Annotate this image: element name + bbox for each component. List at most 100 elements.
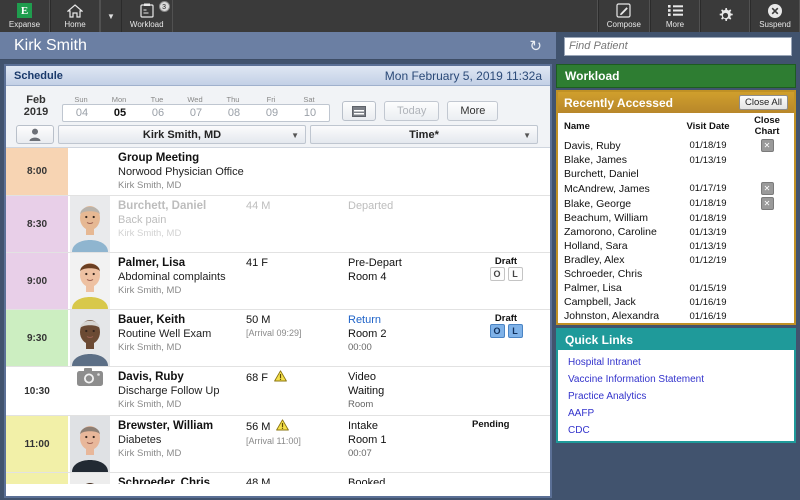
clipboard-icon bbox=[140, 3, 154, 19]
draft-badge-o[interactable]: O bbox=[490, 267, 505, 281]
patient-name-cell[interactable]: McAndrew, James bbox=[558, 181, 676, 196]
patient-name-cell[interactable]: Blake, George bbox=[558, 196, 676, 211]
table-row[interactable]: Johnston, Alexandra01/16/19 bbox=[558, 309, 794, 323]
appointment-details: Group MeetingNorwood Physician OfficeKir… bbox=[112, 148, 550, 195]
draft-badge-o[interactable]: O bbox=[490, 324, 505, 338]
close-chart-button[interactable]: ✕ bbox=[761, 139, 774, 152]
table-row[interactable]: McAndrew, James01/17/19✕ bbox=[558, 181, 794, 196]
toolbar-button-workload[interactable]: 3 Workload bbox=[121, 0, 173, 32]
refresh-icon[interactable]: ↻ bbox=[529, 37, 556, 55]
appointment-list[interactable]: 8:00 Group MeetingNorwood Physician Offic… bbox=[6, 148, 550, 484]
toolbar-button-compose[interactable]: Compose bbox=[598, 0, 650, 32]
day-strip: Sun Mon Tue Wed Thu Fri Sat 04 05 06 07 … bbox=[62, 95, 330, 122]
quick-link[interactable]: Hospital Intranet bbox=[558, 354, 794, 371]
provider-picker-button[interactable] bbox=[16, 125, 54, 144]
appointment-patient-name[interactable]: Bauer, Keith bbox=[118, 313, 246, 327]
appointment-row[interactable]: 9:30Bauer, KeithRoutine Well ExamKirk Sm… bbox=[6, 310, 550, 367]
provider-select[interactable]: Kirk Smith, MD ▼ bbox=[58, 125, 306, 144]
appointment-location: Room 1 bbox=[348, 433, 470, 447]
search-input[interactable] bbox=[564, 37, 792, 56]
patient-name-cell[interactable]: Davis, Ruby bbox=[558, 138, 676, 153]
today-button[interactable]: Today bbox=[384, 101, 439, 121]
day-number-08[interactable]: 08 bbox=[215, 105, 253, 121]
day-number-10[interactable]: 10 bbox=[291, 105, 329, 121]
schedule-header: Schedule Mon February 5, 2019 11:32a bbox=[6, 66, 550, 86]
patient-name-cell[interactable]: Beachum, William bbox=[558, 211, 676, 225]
table-row[interactable]: Zamorono, Caroline01/13/19 bbox=[558, 225, 794, 239]
table-row[interactable]: Campbell, Jack01/16/19 bbox=[558, 295, 794, 309]
patient-photo bbox=[68, 310, 112, 366]
patient-name-cell[interactable]: Bradley, Alex bbox=[558, 253, 676, 267]
patient-name-cell[interactable]: Johnston, Alexandra bbox=[558, 309, 676, 323]
appointment-patient-name[interactable]: Group Meeting bbox=[118, 151, 246, 165]
quick-link[interactable]: CDC bbox=[558, 422, 794, 439]
table-row[interactable]: Blake, George01/18/19 ✕ bbox=[558, 196, 794, 211]
day-number-09[interactable]: 09 bbox=[253, 105, 291, 121]
more-button[interactable]: More bbox=[447, 101, 498, 121]
toolbar-button-settings[interactable] bbox=[700, 0, 750, 32]
close-all-button[interactable]: Close All bbox=[739, 95, 788, 110]
appointment-row[interactable]: 11:00Brewster, WilliamDiabetesKirk Smith… bbox=[6, 416, 550, 473]
toolbar-button-suspend[interactable]: Suspend bbox=[750, 0, 800, 32]
toolbar-button-more[interactable]: More bbox=[650, 0, 700, 32]
quick-link[interactable]: Vaccine Information Statement bbox=[558, 371, 794, 388]
expanse-logo-icon: E bbox=[17, 3, 32, 19]
appointment-row[interactable]: 11:30Schroeder, ChrisHypertensionKirk Sm… bbox=[6, 473, 550, 484]
patient-name-cell[interactable]: Campbell, Jack bbox=[558, 295, 676, 309]
appointment-patient-name[interactable]: Brewster, William bbox=[118, 419, 246, 433]
time-select[interactable]: Time* ▼ bbox=[310, 125, 538, 144]
appointment-details: Davis, RubyDischarge Follow UpKirk Smith… bbox=[112, 367, 550, 415]
appointment-reason: Back pain bbox=[118, 213, 246, 227]
close-chart-button[interactable]: ✕ bbox=[761, 182, 774, 195]
patient-name-cell[interactable]: Zamorono, Caroline bbox=[558, 225, 676, 239]
appointment-row[interactable]: 10:30Davis, RubyDischarge Follow UpKirk … bbox=[6, 367, 550, 416]
patient-name-cell[interactable]: Holland, Sara bbox=[558, 239, 676, 253]
patient-name-cell[interactable]: Palmer, Lisa bbox=[558, 281, 676, 295]
toolbar-button-expanse[interactable]: E Expanse bbox=[0, 0, 50, 32]
close-chart-cell bbox=[738, 267, 794, 281]
day-name-tue: Tue bbox=[138, 95, 176, 104]
appointment-patient-name[interactable]: Schroeder, Chris bbox=[118, 476, 246, 484]
appointment-row[interactable]: 8:00 Group MeetingNorwood Physician Offic… bbox=[6, 148, 550, 196]
draft-badge-l[interactable]: L bbox=[508, 267, 523, 281]
appointment-details: Burchett, DanielBack painKirk Smith, MD4… bbox=[112, 196, 550, 252]
appointment-patient-name[interactable]: Davis, Ruby bbox=[118, 370, 246, 384]
appointment-patient-name[interactable]: Palmer, Lisa bbox=[118, 256, 246, 270]
table-row[interactable]: Beachum, William01/18/19 bbox=[558, 211, 794, 225]
photo-placeholder bbox=[68, 367, 112, 415]
table-row[interactable]: Bradley, Alex01/12/19 bbox=[558, 253, 794, 267]
table-row[interactable]: Burchett, Daniel bbox=[558, 167, 794, 181]
calendar-picker-button[interactable] bbox=[342, 101, 376, 121]
patient-name-cell[interactable]: Burchett, Daniel bbox=[558, 167, 676, 181]
appointment-time: 8:00 bbox=[6, 148, 68, 195]
quick-link[interactable]: Practice Analytics bbox=[558, 388, 794, 405]
appointment-provider: Kirk Smith, MD bbox=[118, 179, 246, 192]
compose-icon bbox=[616, 3, 631, 19]
day-number-04[interactable]: 04 bbox=[63, 105, 101, 121]
patient-name-cell[interactable]: Blake, James bbox=[558, 153, 676, 167]
toolbar-button-home[interactable]: Home bbox=[50, 0, 100, 32]
appointment-row[interactable]: 9:00Palmer, LisaAbdominal complaintsKirk… bbox=[6, 253, 550, 310]
recently-accessed-header: Recently Accessed Close All bbox=[558, 92, 794, 113]
day-number-07[interactable]: 07 bbox=[177, 105, 215, 121]
table-row[interactable]: Holland, Sara01/13/19 bbox=[558, 239, 794, 253]
close-chart-cell: ✕ bbox=[738, 138, 794, 153]
close-chart-button[interactable]: ✕ bbox=[761, 197, 774, 210]
visit-date-cell: 01/18/19 bbox=[676, 196, 738, 211]
day-names-row: Sun Mon Tue Wed Thu Fri Sat bbox=[62, 95, 330, 104]
table-row[interactable]: Blake, James01/13/19 bbox=[558, 153, 794, 167]
appointment-patient-name[interactable]: Burchett, Daniel bbox=[118, 199, 246, 213]
draft-label: Draft bbox=[484, 256, 528, 267]
appointment-status: Video bbox=[348, 370, 470, 384]
table-row[interactable]: Schroeder, Chris bbox=[558, 267, 794, 281]
draft-badge-l[interactable]: L bbox=[508, 324, 523, 338]
table-row[interactable]: Palmer, Lisa01/15/19 bbox=[558, 281, 794, 295]
appointment-row[interactable]: 8:30Burchett, DanielBack painKirk Smith,… bbox=[6, 196, 550, 253]
visit-date-cell: 01/13/19 bbox=[676, 239, 738, 253]
table-row[interactable]: Davis, Ruby01/18/19✕ bbox=[558, 138, 794, 153]
day-number-06[interactable]: 06 bbox=[139, 105, 177, 121]
patient-name-cell[interactable]: Schroeder, Chris bbox=[558, 267, 676, 281]
home-dropdown-caret-icon[interactable]: ▼ bbox=[100, 0, 121, 32]
quick-link[interactable]: AAFP bbox=[558, 405, 794, 422]
day-number-05[interactable]: 05 bbox=[101, 105, 139, 121]
